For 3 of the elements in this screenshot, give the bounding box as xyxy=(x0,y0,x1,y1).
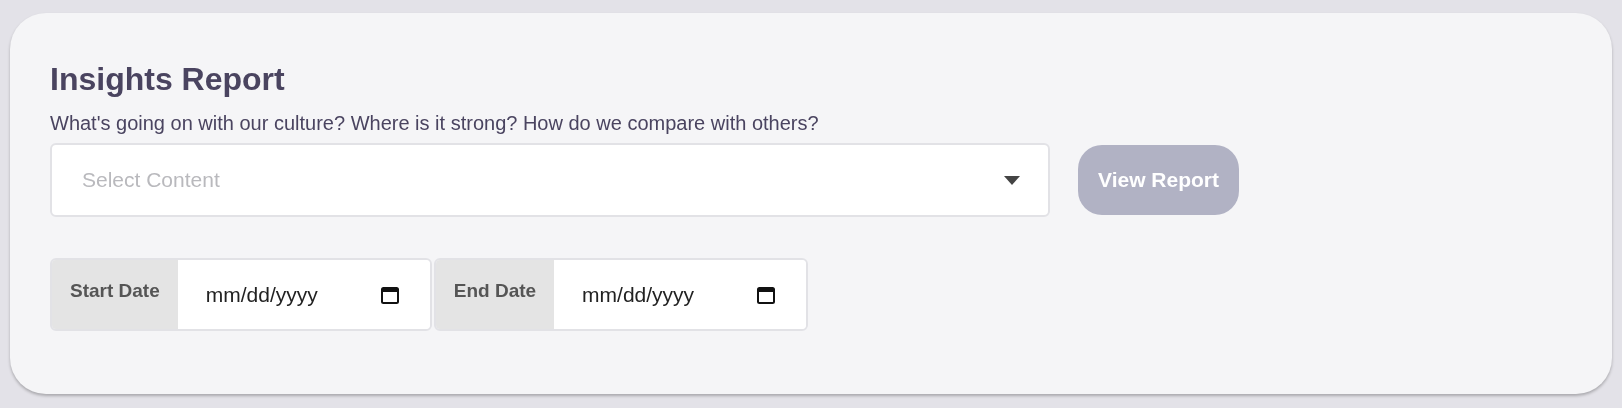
report-subtitle: What's going on with our culture? Where is it strong? How do we compare with others? xyxy=(50,111,820,136)
caret-icon xyxy=(1004,175,1020,185)
report-title: Insights Report xyxy=(50,60,286,99)
